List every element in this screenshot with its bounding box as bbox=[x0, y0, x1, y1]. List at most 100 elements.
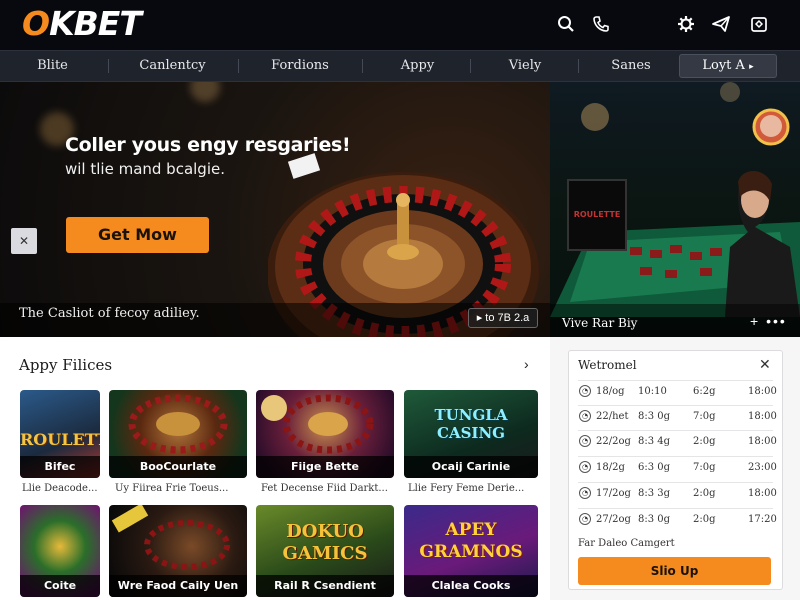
row-value: 7:0g bbox=[693, 462, 716, 473]
roulette-thumbnail bbox=[111, 505, 230, 570]
row-date: 18/og bbox=[596, 386, 625, 397]
nav-divider bbox=[578, 59, 579, 73]
light-bokeh bbox=[190, 82, 220, 102]
nav-divider bbox=[470, 59, 471, 73]
game-art-text: APEY GRAMNOS bbox=[419, 520, 523, 562]
hero-subtitle: wil tlie mand bcalgie. bbox=[65, 160, 225, 178]
nav-item-viely[interactable]: Viely bbox=[495, 51, 555, 81]
settings-icon[interactable] bbox=[672, 10, 700, 38]
chevron-right-icon[interactable]: › bbox=[524, 356, 529, 372]
nav-item-sanes[interactable]: Sanes bbox=[600, 51, 662, 81]
game-subtitle: Llie Deacode... bbox=[22, 483, 98, 494]
send-icon[interactable] bbox=[707, 10, 735, 38]
clock-icon: ◔ bbox=[579, 385, 591, 397]
game-title: Coite Fogilen bbox=[20, 575, 100, 597]
table-row[interactable]: ◔ 17/2og 8:3 3g 2:0g 18:00 bbox=[578, 482, 777, 504]
game-subtitle: Fet Decense Fiid Darkt... bbox=[261, 483, 388, 494]
live-dealer-image: ROULETTE bbox=[550, 82, 800, 337]
clock-icon: ◔ bbox=[579, 461, 591, 473]
game-art-text: ROULETT bbox=[20, 430, 100, 449]
nav-divider bbox=[362, 59, 363, 73]
game-tile[interactable]: TUNGLA CASING Ocaij Carinie bbox=[404, 390, 538, 478]
nav-item-canlentcy[interactable]: Canlentcy bbox=[130, 51, 215, 81]
game-title: BooCourlate bbox=[109, 456, 247, 478]
login-button-label: Loyt A bbox=[702, 58, 745, 73]
hero-badge[interactable]: ▸ to 7B 2.a bbox=[468, 308, 538, 328]
game-tile[interactable]: Wre Faod Caily Uen bbox=[109, 505, 247, 597]
hero-caption: The Casliot of fecoy adiliey. bbox=[19, 306, 200, 321]
close-icon[interactable]: ✕ bbox=[11, 228, 37, 254]
top-header: OKBET bbox=[0, 0, 800, 50]
nav-item-appy[interactable]: Appy bbox=[385, 51, 450, 81]
wallet-icon[interactable] bbox=[745, 10, 773, 38]
section-title: Appy Filices bbox=[19, 356, 113, 374]
okbet-logo[interactable]: OKBET bbox=[22, 4, 142, 44]
game-tile[interactable]: APEY GRAMNOS Clalea Cooks bbox=[404, 505, 538, 597]
game-title: Bifec bbox=[20, 456, 100, 478]
live-controls[interactable]: + ••• bbox=[750, 313, 787, 329]
row-time: 6:3 0g bbox=[638, 462, 671, 473]
row-end: 23:00 bbox=[748, 462, 777, 473]
row-time: 8:3 3g bbox=[638, 488, 671, 499]
game-art-text: DOKUO GAMICS bbox=[282, 521, 368, 564]
clock-icon: ◔ bbox=[579, 487, 591, 499]
live-caption: Vive Rar Biy bbox=[562, 316, 638, 330]
table-row[interactable]: ◔ 27/2og 8:3 0g 2:0g 17:20 bbox=[578, 508, 777, 530]
table-row[interactable]: ◔ 22/2og 8:3 4g 2:0g 18:00 bbox=[578, 430, 777, 452]
main-nav: Blite Canlentcy Fordions Appy Viely Sane… bbox=[0, 50, 800, 82]
row-value: 7:0g bbox=[693, 411, 716, 422]
row-end: 17:20 bbox=[748, 514, 777, 525]
row-end: 18:00 bbox=[748, 386, 777, 397]
nav-item-blite[interactable]: Blite bbox=[20, 51, 85, 81]
game-tile[interactable]: BooCourlate bbox=[109, 390, 247, 478]
game-title: Ocaij Carinie bbox=[404, 456, 538, 478]
game-tile[interactable]: Fiige Bette bbox=[256, 390, 394, 478]
table-row[interactable]: ◔ 22/het 8:3 0g 7:0g 18:00 bbox=[578, 405, 777, 427]
live-casino-banner[interactable]: ROULETTE bbox=[550, 82, 800, 337]
nav-divider bbox=[108, 59, 109, 73]
game-tile[interactable]: Coite Fogilen bbox=[20, 505, 100, 597]
panel-footer-text: Far Daleo Camgert bbox=[578, 538, 675, 549]
nav-item-fordions[interactable]: Fordions bbox=[260, 51, 340, 81]
play-icon: ▸ bbox=[476, 312, 486, 324]
svg-text:ROULETTE: ROULETTE bbox=[574, 210, 621, 219]
hero-title: Coller yous engy resgaries! bbox=[65, 134, 351, 156]
clock-icon: ◔ bbox=[579, 435, 591, 447]
game-tile[interactable]: DOKUO GAMICS Rail R Csendient bbox=[256, 505, 394, 597]
chevron-right-icon: ▸ bbox=[749, 62, 754, 72]
game-title: Fiige Bette bbox=[256, 456, 394, 478]
clock-icon: ◔ bbox=[579, 410, 591, 422]
game-tile[interactable]: ROULETT Bifec bbox=[20, 390, 100, 478]
roulette-thumbnail bbox=[261, 394, 374, 454]
row-date: 22/2og bbox=[596, 436, 631, 447]
row-date: 27/2og bbox=[596, 514, 631, 525]
panel-title: Wetromel bbox=[578, 358, 637, 372]
row-value: 6:2g bbox=[693, 386, 716, 397]
close-icon[interactable]: ✕ bbox=[759, 356, 771, 373]
sign-up-button[interactable]: Slio Up bbox=[578, 557, 771, 585]
row-time: 8:3 0g bbox=[638, 411, 671, 422]
game-title: Rail R Csendient bbox=[256, 575, 394, 597]
phone-icon[interactable] bbox=[587, 10, 615, 38]
game-subtitle: Llie Fery Feme Derie... bbox=[408, 483, 525, 494]
search-icon[interactable] bbox=[552, 10, 580, 38]
login-button[interactable]: Loyt A ▸ bbox=[679, 54, 777, 78]
row-value: 2:0g bbox=[693, 514, 716, 525]
row-date: 18/2g bbox=[596, 462, 625, 473]
get-now-button[interactable]: Get Mow bbox=[66, 217, 209, 253]
hero-badge-label: to 7B 2.a bbox=[485, 312, 530, 324]
game-title: Wre Faod Caily Uen bbox=[109, 575, 247, 597]
row-end: 18:00 bbox=[748, 411, 777, 422]
roulette-thumbnail bbox=[128, 394, 228, 454]
clock-icon: ◔ bbox=[579, 513, 591, 525]
row-end: 18:00 bbox=[748, 488, 777, 499]
nav-divider bbox=[238, 59, 239, 73]
game-title: Clalea Cooks bbox=[404, 575, 538, 597]
row-value: 2:0g bbox=[693, 488, 716, 499]
game-subtitle: Uy Fiirea Frie Toeus... bbox=[115, 483, 229, 494]
table-row[interactable]: ◔ 18/og 10:10 6:2g 18:00 bbox=[578, 380, 777, 402]
hero-banner[interactable]: Coller yous engy resgaries! wil tlie man… bbox=[0, 82, 550, 337]
table-row[interactable]: ◔ 18/2g 6:3 0g 7:0g 23:00 bbox=[578, 456, 777, 478]
row-date: 22/het bbox=[596, 411, 629, 422]
row-end: 18:00 bbox=[748, 436, 777, 447]
